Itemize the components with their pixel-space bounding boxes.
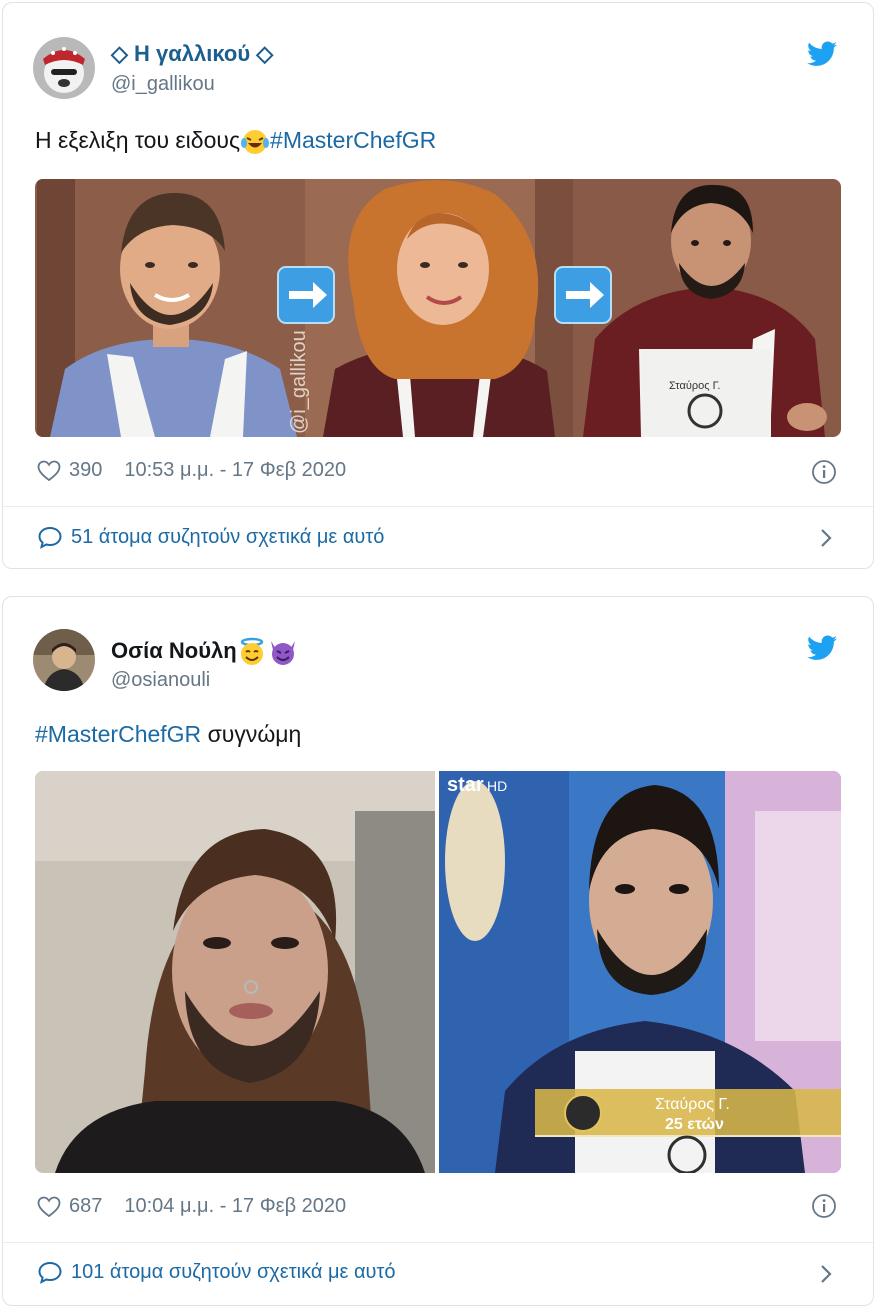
display-name-text: Οσία Νούλη xyxy=(111,637,237,663)
conversation-link[interactable]: 51 άτομα συζητούν σχετικά με αυτό xyxy=(37,525,384,549)
display-name-text: Η γαλλικού xyxy=(134,41,251,66)
user-handle[interactable]: @osianouli xyxy=(111,669,210,692)
avatar[interactable] xyxy=(33,629,95,691)
avatar[interactable] xyxy=(33,37,95,99)
apron-label: Σταύρος Γ. xyxy=(669,380,720,392)
channel-logo-hd: HD xyxy=(487,778,507,794)
tweet-meta: 390 10:53 μ.μ. - 17 Φεβ 2020 xyxy=(37,459,346,482)
info-icon[interactable] xyxy=(811,459,837,485)
heart-icon[interactable] xyxy=(37,460,61,482)
tweet-body: Η εξελιξη του ειδους xyxy=(35,127,241,153)
hashtag-link[interactable]: #MasterChefGR xyxy=(270,127,436,153)
tweet-body: συγνώμη xyxy=(207,721,302,747)
heart-icon[interactable] xyxy=(37,1196,61,1218)
hashtag-link[interactable]: #MasterChefGR xyxy=(35,721,201,747)
timestamp[interactable]: 10:04 μ.μ. - 17 Φεβ 2020 xyxy=(124,1195,346,1218)
tweet-media[interactable]: Σταύρος Γ. 25 ετών star HD xyxy=(35,771,841,1173)
conversation-text: 101 άτομα συζητούν σχετικά με αυτό xyxy=(71,1260,396,1283)
user-handle[interactable]: @i_gallikou xyxy=(111,73,215,96)
tweet-text: Η εξελιξη του ειδους #MasterChefGR xyxy=(35,127,436,156)
smiling-devil-emoji-icon xyxy=(270,641,295,665)
name-ornament: ◇ xyxy=(111,41,135,66)
like-count[interactable]: 390 xyxy=(69,459,102,482)
name-ornament: ◇ xyxy=(250,41,274,66)
media-collage: Σταύρος Γ. 25 ετών star HD xyxy=(35,771,841,1173)
tweet-text: #MasterChefGR συγνώμη xyxy=(35,721,301,748)
media-collage: @i_gallikou Σταύρος Γ. xyxy=(35,179,841,437)
channel-logo: star xyxy=(447,774,484,796)
timestamp[interactable]: 10:53 μ.μ. - 17 Φεβ 2020 xyxy=(124,459,346,482)
caption-name: Σταύρος Γ. xyxy=(655,1096,730,1113)
like-count[interactable]: 687 xyxy=(69,1195,102,1218)
conversation-link[interactable]: 101 άτομα συζητούν σχετικά με αυτό xyxy=(37,1260,395,1284)
tweet-media[interactable]: @i_gallikou Σταύρος Γ. xyxy=(35,179,841,437)
tweet-card: Οσία Νούλη @osianouli #MasterChefGR συγν… xyxy=(2,596,874,1306)
twitter-bird-icon[interactable] xyxy=(807,635,837,661)
chevron-right-icon[interactable] xyxy=(819,527,833,549)
divider xyxy=(3,506,873,507)
chevron-right-icon[interactable] xyxy=(819,1263,833,1285)
laughing-tears-emoji-icon xyxy=(241,129,270,154)
comment-bubble-icon xyxy=(38,1261,62,1284)
twitter-bird-icon[interactable] xyxy=(807,41,837,67)
caption-age: 25 ετών xyxy=(665,1116,724,1133)
display-name[interactable]: Οσία Νούλη xyxy=(111,637,299,667)
halo-smile-emoji-icon xyxy=(240,637,263,665)
info-icon[interactable] xyxy=(811,1193,837,1219)
comment-bubble-icon xyxy=(38,526,62,549)
divider xyxy=(3,1242,873,1243)
tweet-meta: 687 10:04 μ.μ. - 17 Φεβ 2020 xyxy=(37,1195,346,1218)
conversation-text: 51 άτομα συζητούν σχετικά με αυτό xyxy=(71,525,385,548)
tweet-card: ◇ Η γαλλικού ◇ @i_gallikou Η εξελιξη του… xyxy=(2,2,874,569)
display-name[interactable]: ◇ Η γαλλικού ◇ xyxy=(111,41,273,67)
watermark-text: @i_gallikou xyxy=(288,330,310,434)
